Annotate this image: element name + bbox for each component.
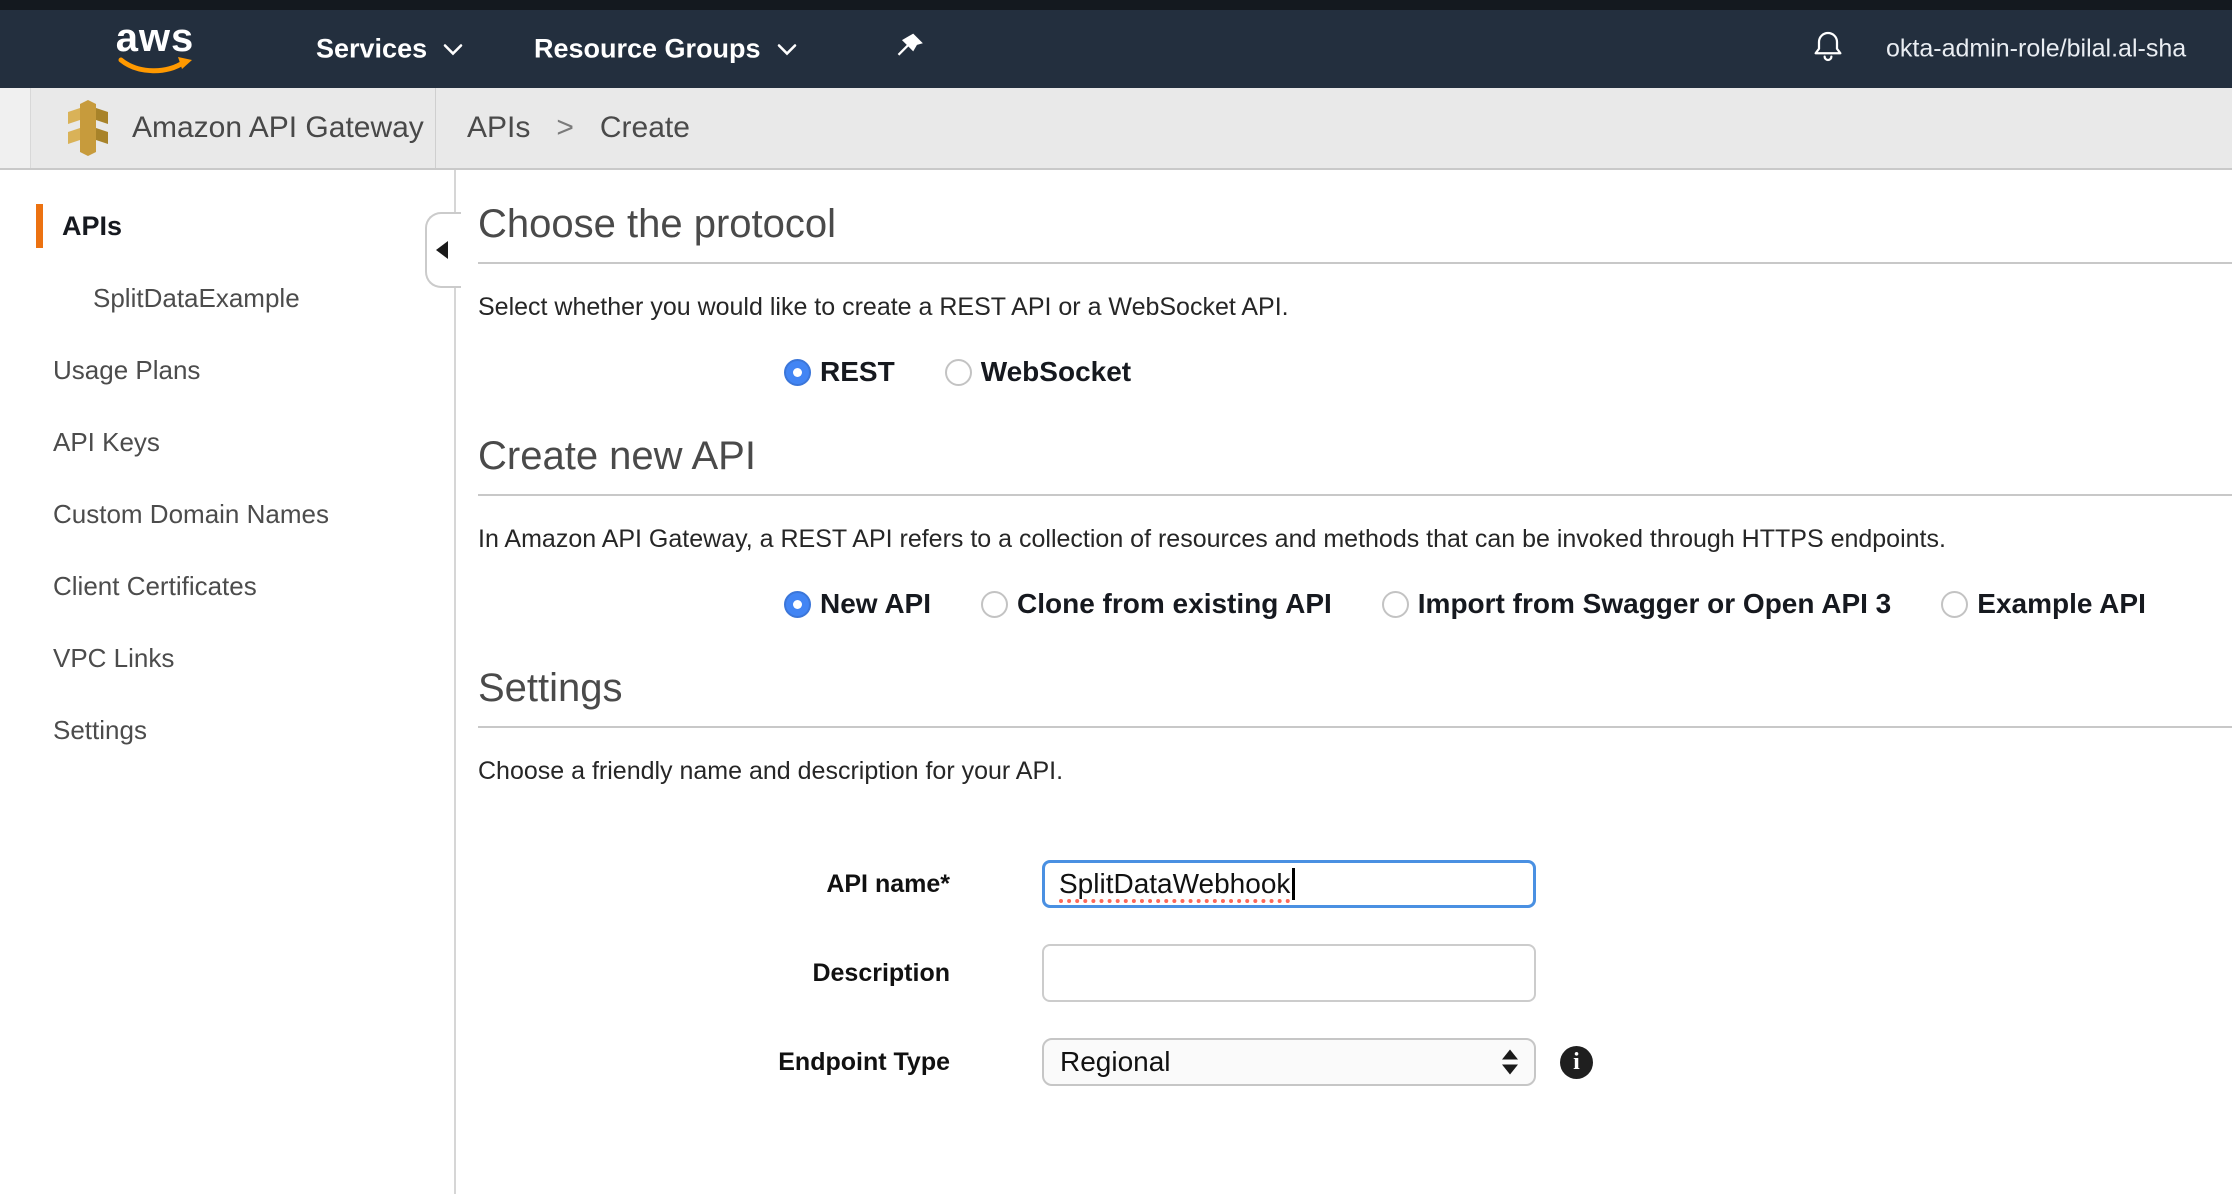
breadcrumb-bar: Amazon API Gateway APIs > Create (0, 88, 2232, 170)
sidebar-item-usage-plans[interactable]: Usage Plans (0, 334, 454, 406)
api-gateway-service-icon (66, 100, 110, 156)
clone-radio-label[interactable]: Clone from existing API (1017, 588, 1332, 620)
main-content: Choose the protocol Select whether you w… (458, 170, 2232, 1194)
api-name-value: SplitDataWebhook (1059, 868, 1290, 900)
endpoint-type-select[interactable]: Regional (1042, 1038, 1536, 1086)
radio-option-clone[interactable]: Clone from existing API (981, 588, 1332, 620)
settings-section-title: Settings (478, 664, 2232, 712)
example-api-radio[interactable] (1941, 591, 1968, 618)
example-api-radio-label[interactable]: Example API (1977, 588, 2146, 620)
section-divider (478, 262, 2232, 264)
import-swagger-radio[interactable] (1382, 591, 1409, 618)
api-name-label: API name* (478, 870, 950, 899)
protocol-radio-group: REST WebSocket (784, 356, 2232, 388)
description-input[interactable] (1042, 944, 1536, 1002)
websocket-radio-label[interactable]: WebSocket (981, 356, 1131, 388)
endpoint-type-info-icon[interactable]: i (1560, 1046, 1593, 1079)
top-navigation-bar: aws Services Resource Groups (0, 10, 2232, 88)
sidebar-item-vpc-links[interactable]: VPC Links (0, 622, 454, 694)
breadcrumb-divider (435, 88, 436, 168)
radio-option-websocket[interactable]: WebSocket (945, 356, 1131, 388)
sidebar-item-client-certificates[interactable]: Client Certificates (0, 550, 454, 622)
websocket-radio[interactable] (945, 359, 972, 386)
sidebar-item-label: Settings (53, 715, 147, 745)
services-menu-label: Services (316, 34, 427, 65)
description-row: Description (478, 944, 2232, 1002)
sidebar-item-custom-domain-names[interactable]: Custom Domain Names (0, 478, 454, 550)
section-divider (478, 494, 2232, 496)
aws-console-window: aws Services Resource Groups (0, 0, 2232, 1194)
sidebar-item-label: SplitDataExample (93, 283, 300, 313)
sidebar-item-label: VPC Links (53, 643, 174, 673)
sidebar: APIs SplitDataExample Usage Plans API Ke… (0, 170, 456, 1194)
sidebar-item-label: APIs (62, 211, 122, 241)
description-label: Description (478, 959, 950, 988)
create-section-description: In Amazon API Gateway, a REST API refers… (478, 522, 2232, 556)
sidebar-item-api-keys[interactable]: API Keys (0, 406, 454, 478)
account-menu[interactable]: okta-admin-role/bilal.al-sha (1886, 35, 2186, 64)
api-settings-form: API name* SplitDataWebhook Description (478, 860, 2232, 1086)
aws-logo[interactable]: aws (112, 18, 198, 80)
pushpin-icon (895, 32, 925, 62)
chevron-down-icon (443, 43, 463, 55)
sidebar-item-apis[interactable]: APIs (0, 190, 454, 262)
services-menu[interactable]: Services (316, 34, 463, 65)
service-home-link[interactable]: Amazon API Gateway (66, 88, 424, 168)
sidebar-item-settings[interactable]: Settings (0, 694, 454, 766)
new-api-radio-label[interactable]: New API (820, 588, 931, 620)
rest-radio[interactable] (784, 359, 811, 386)
section-divider (478, 726, 2232, 728)
rest-radio-label[interactable]: REST (820, 356, 895, 388)
settings-section-description: Choose a friendly name and description f… (478, 754, 2232, 788)
endpoint-type-selected-value: Regional (1060, 1046, 1171, 1078)
api-name-input[interactable]: SplitDataWebhook (1042, 860, 1536, 908)
active-indicator-bar (36, 204, 43, 248)
protocol-section-title: Choose the protocol (478, 200, 2232, 248)
service-name: Amazon API Gateway (132, 111, 424, 145)
create-section-title: Create new API (478, 432, 2232, 480)
new-api-radio[interactable] (784, 591, 811, 618)
endpoint-type-row: Endpoint Type Regional i (478, 1038, 2232, 1086)
sidebar-item-label: API Keys (53, 427, 160, 457)
protocol-section-description: Select whether you would like to create … (478, 290, 2232, 324)
info-icon-glyph: i (1573, 1049, 1580, 1076)
breadcrumb-left-gutter (0, 88, 31, 168)
bell-icon (1810, 29, 1846, 65)
sidebar-item-label: Client Certificates (53, 571, 257, 601)
sidebar-item-label: Custom Domain Names (53, 499, 329, 529)
radio-option-new-api[interactable]: New API (784, 588, 931, 620)
select-stepper-arrows-icon (1502, 1050, 1518, 1075)
account-menu-label: okta-admin-role/bilal.al-sha (1886, 35, 2186, 63)
endpoint-type-label: Endpoint Type (478, 1048, 950, 1077)
collapse-left-arrow-icon (436, 241, 448, 259)
breadcrumb-separator: > (556, 111, 574, 145)
breadcrumb-current-page: Create (600, 111, 690, 145)
radio-option-example-api[interactable]: Example API (1941, 588, 2146, 620)
chevron-down-icon (777, 43, 797, 55)
import-swagger-radio-label[interactable]: Import from Swagger or Open API 3 (1418, 588, 1891, 620)
aws-logo-text: aws (112, 18, 198, 58)
api-name-row: API name* SplitDataWebhook (478, 860, 2232, 908)
resource-groups-menu[interactable]: Resource Groups (534, 34, 797, 65)
breadcrumb-apis-link[interactable]: APIs (467, 111, 530, 145)
text-cursor (1292, 868, 1295, 900)
radio-option-import-swagger[interactable]: Import from Swagger or Open API 3 (1382, 588, 1891, 620)
create-api-radio-group: New API Clone from existing API Import f… (784, 588, 2232, 620)
sidebar-item-label: Usage Plans (53, 355, 200, 385)
sidebar-item-splitdataexample[interactable]: SplitDataExample (0, 262, 454, 334)
sidebar-collapse-toggle[interactable] (425, 212, 461, 288)
notifications-button[interactable] (1810, 29, 1846, 70)
window-top-strip (0, 0, 2232, 10)
breadcrumb: APIs > Create (467, 88, 690, 168)
resource-groups-menu-label: Resource Groups (534, 34, 761, 65)
radio-option-rest[interactable]: REST (784, 356, 895, 388)
pin-shortcut-button[interactable] (895, 32, 925, 67)
clone-radio[interactable] (981, 591, 1008, 618)
